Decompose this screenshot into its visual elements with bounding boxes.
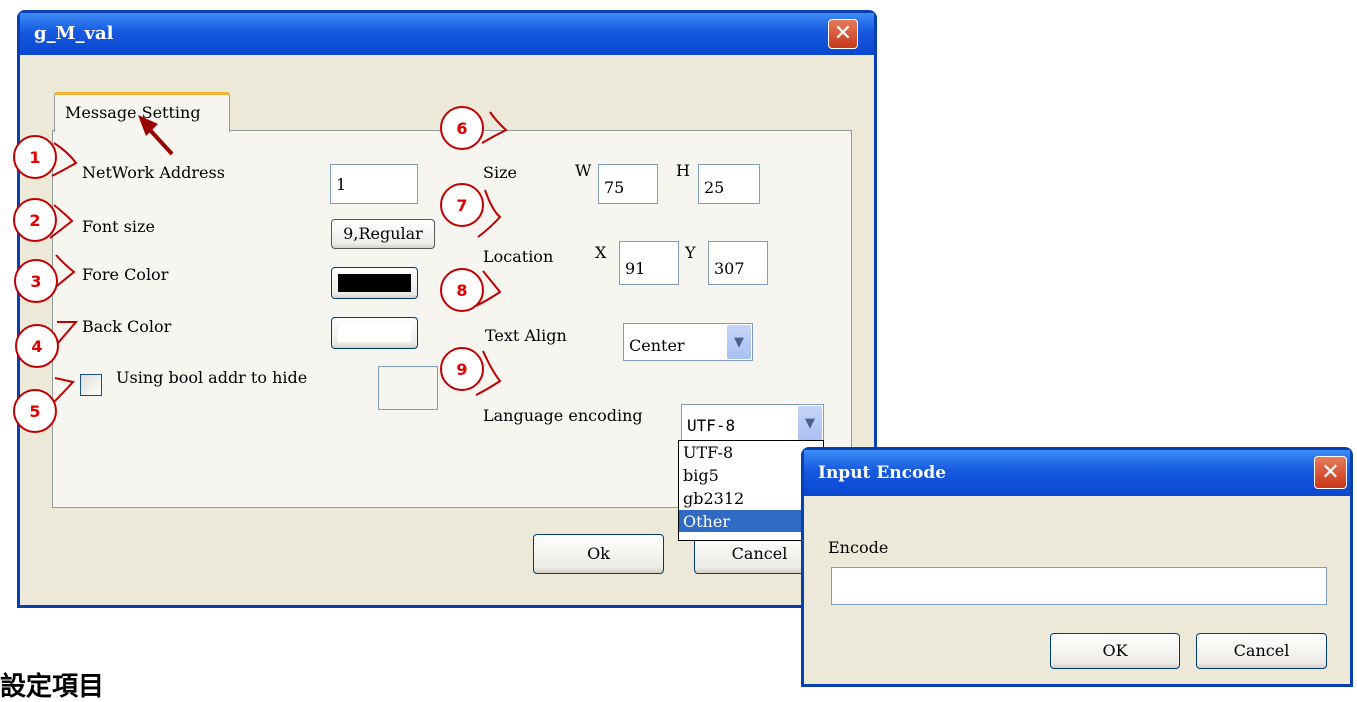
height-input[interactable]: 25 — [698, 164, 760, 204]
callout-2: 2 — [13, 198, 57, 242]
bool-hide-checkbox[interactable] — [80, 374, 102, 396]
fore-color-swatch — [338, 274, 411, 292]
language-encoding-value: UTF-8 — [687, 416, 736, 435]
width-input[interactable]: 75 — [598, 164, 658, 204]
input-encode-title: Input Encode — [818, 463, 947, 483]
text-align-value: Center — [629, 336, 685, 355]
fore-color-button[interactable] — [331, 267, 418, 299]
section-heading: 設定項目 — [0, 672, 105, 702]
bool-hide-label: Using bool addr to hide — [116, 368, 308, 387]
h-label: H — [676, 161, 690, 180]
fore-color-label: Fore Color — [82, 265, 169, 284]
w-label: W — [575, 161, 592, 180]
y-label: Y — [685, 243, 696, 262]
callout-5: 5 — [13, 389, 57, 433]
x-label: X — [595, 243, 607, 262]
callout-3: 3 — [14, 259, 58, 303]
y-input[interactable]: 307 — [708, 241, 768, 285]
encode-label: Encode — [828, 538, 889, 557]
chevron-down-icon: ▼ — [734, 334, 744, 350]
back-color-swatch — [338, 324, 411, 342]
text-align-dropdown-button[interactable]: ▼ — [727, 325, 751, 359]
back-color-button[interactable] — [331, 317, 418, 349]
callout-9: 9 — [440, 347, 484, 391]
text-align-select[interactable]: Center ▼ — [623, 323, 753, 361]
callout-4: 4 — [15, 324, 59, 368]
encode-ok-button[interactable]: OK — [1050, 633, 1180, 669]
main-dialog-title: g_M_val — [34, 23, 114, 44]
network-address-input[interactable]: 1 — [330, 164, 418, 204]
language-encoding-dropdown-button[interactable]: ▼ — [798, 406, 822, 440]
callout-8: 8 — [440, 268, 484, 312]
input-encode-dialog: Input Encode ✕ Encode OK Cancel — [801, 447, 1353, 687]
x-input[interactable]: 91 — [619, 241, 679, 285]
tab-label: Message Setting — [65, 103, 201, 122]
main-close-button[interactable]: ✕ — [828, 19, 858, 49]
font-size-label: Font size — [82, 217, 155, 236]
callout-6: 6 — [440, 106, 484, 150]
bool-address-box[interactable] — [378, 366, 438, 410]
callout-7: 7 — [440, 183, 484, 227]
main-dialog-titlebar[interactable]: g_M_val — [20, 13, 874, 55]
text-align-label: Text Align — [485, 326, 567, 345]
back-color-label: Back Color — [82, 317, 172, 336]
ok-button[interactable]: Ok — [533, 534, 664, 574]
input-encode-titlebar[interactable]: Input Encode — [804, 450, 1350, 496]
tab-message-setting[interactable]: Message Setting — [54, 92, 230, 132]
location-label: Location — [483, 247, 554, 266]
encode-input[interactable] — [831, 567, 1327, 605]
font-size-button[interactable]: 9,Regular — [331, 219, 435, 249]
chevron-down-icon: ▼ — [805, 415, 815, 431]
close-icon: ✕ — [1321, 460, 1340, 485]
encode-cancel-button[interactable]: Cancel — [1196, 633, 1327, 669]
size-label: Size — [483, 163, 517, 182]
callout-1: 1 — [13, 135, 57, 179]
input-encode-close-button[interactable]: ✕ — [1314, 456, 1347, 489]
language-encoding-select[interactable]: UTF-8 ▼ — [681, 404, 824, 442]
close-icon: ✕ — [833, 21, 853, 46]
network-address-label: NetWork Address — [82, 163, 225, 182]
language-encoding-label: Language encoding — [483, 406, 643, 425]
